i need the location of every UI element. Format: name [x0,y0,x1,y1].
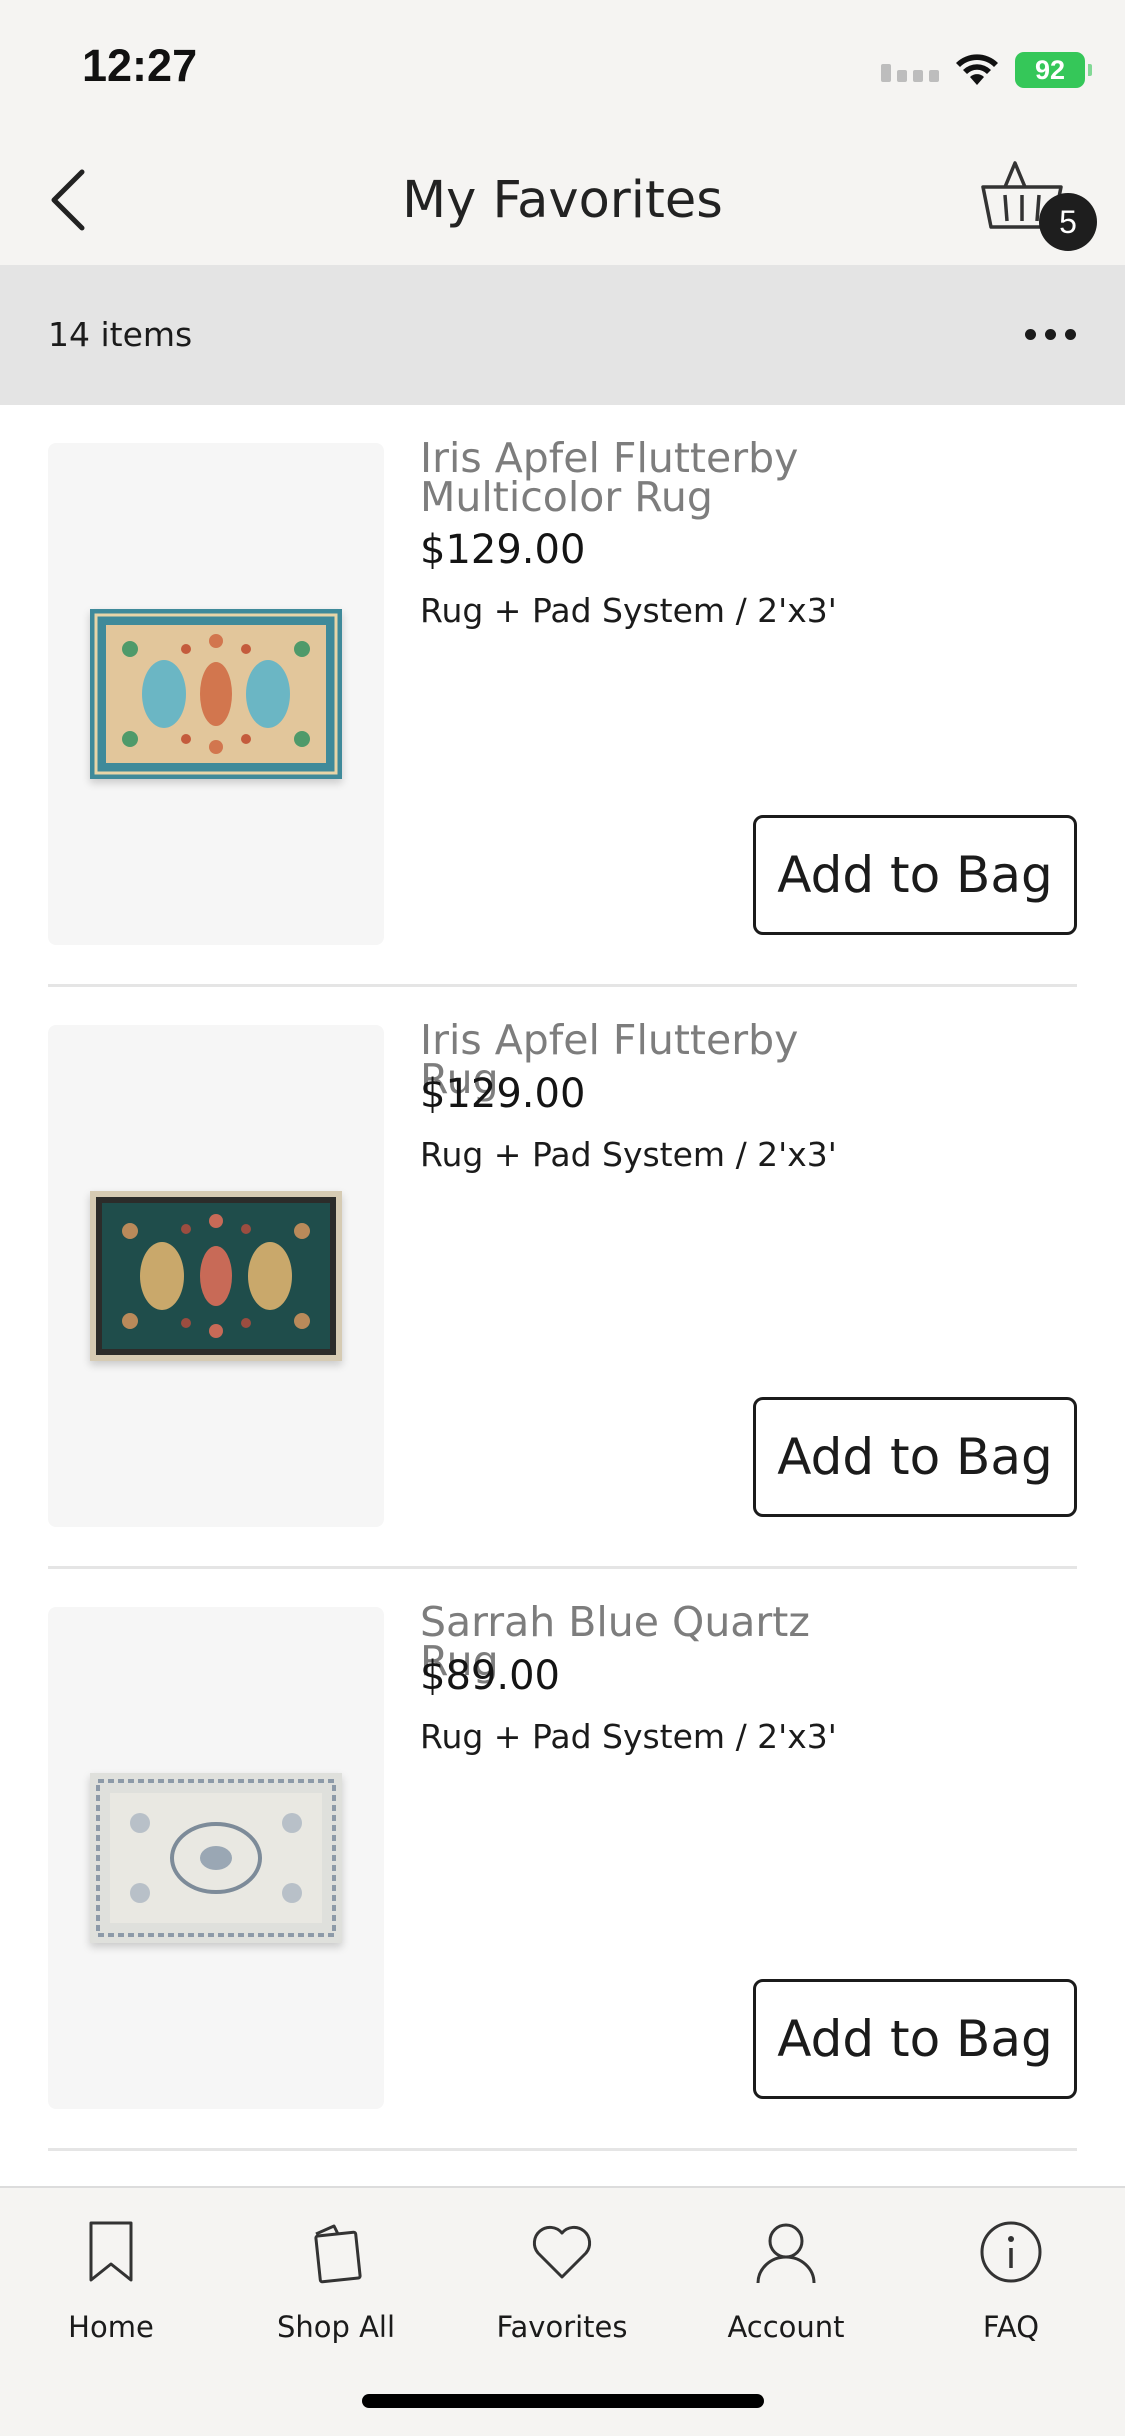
item-count: 14 items [48,315,193,354]
add-to-bag-button[interactable]: Add to Bag [753,815,1077,935]
rug-thumbnail [90,609,342,779]
list-toolbar: 14 items [0,265,1125,405]
status-bar: 12:27 92 [0,0,1125,135]
rug-thumbnail [90,1773,342,1943]
more-options-button[interactable] [1015,309,1085,359]
wifi-icon [956,54,998,85]
more-dot-icon [1024,328,1036,340]
tab-label: Home [68,2310,154,2344]
info-icon [980,2221,1042,2283]
tab-home[interactable]: Home [21,2216,201,2356]
product-image[interactable] [48,1607,384,2109]
heart-icon [532,2225,592,2279]
battery-icon: 92 [1015,52,1092,88]
tab-label: Favorites [496,2310,628,2344]
page-title: My Favorites [402,171,723,230]
product-price: $89.00 [420,1653,560,1699]
tab-label: Shop All [276,2310,396,2344]
list-item: Sarrah Blue Quartz Rug $89.00 Rug + Pad … [48,1569,1077,2151]
list-item: Iris Apfel Flutterby Rug $129.00 Rug + P… [48,987,1077,1569]
more-dot-icon [1064,328,1076,340]
favorites-list: Iris Apfel Flutterby Multicolor Rug $129… [0,405,1125,2151]
add-to-bag-button[interactable]: Add to Bag [753,1979,1077,2099]
cellular-signal-icon [881,58,939,82]
add-to-bag-button[interactable]: Add to Bag [753,1397,1077,1517]
more-dot-icon [1044,328,1056,340]
nav-header: My Favorites 5 [0,135,1125,265]
tab-faq[interactable]: FAQ [921,2216,1101,2356]
status-time: 12:27 [82,40,198,91]
tab-label: Account [727,2310,845,2344]
tab-shop-all[interactable]: Shop All [246,2216,426,2356]
product-name[interactable]: Iris Apfel Flutterby Multicolor Rug [420,438,840,518]
product-image[interactable] [48,1025,384,1527]
product-price: $129.00 [420,1071,586,1117]
battery-level: 92 [1034,54,1066,85]
home-indicator[interactable] [362,2394,764,2408]
tab-favorites[interactable]: Favorites [472,2216,652,2356]
tab-account[interactable]: Account [696,2216,876,2356]
product-variant: Rug + Pad System / 2'x3' [420,1135,837,1174]
product-variant: Rug + Pad System / 2'x3' [420,1717,837,1756]
shopping-bag-icon [314,2224,362,2284]
product-variant: Rug + Pad System / 2'x3' [420,591,837,630]
cart-count-badge: 5 [1039,193,1097,251]
rug-thumbnail [90,1191,342,1361]
product-image[interactable] [48,443,384,945]
status-icons: 92 [881,48,1092,92]
product-price: $129.00 [420,527,586,573]
user-icon [756,2223,816,2284]
list-item: Iris Apfel Flutterby Multicolor Rug $129… [48,405,1077,987]
cart-button[interactable]: 5 [977,155,1097,255]
bookmark-icon [89,2221,133,2282]
tab-label: FAQ [982,2310,1040,2344]
